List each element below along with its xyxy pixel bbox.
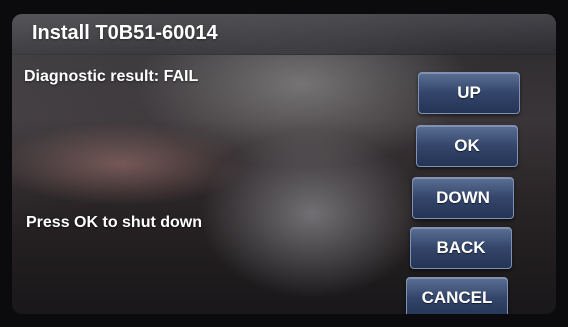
title-bar: Install T0B51-60014 xyxy=(12,14,556,55)
shutdown-instruction-text: Press OK to shut down xyxy=(26,214,203,231)
cancel-button[interactable]: CANCEL xyxy=(406,277,508,314)
up-button[interactable]: UP xyxy=(418,72,520,114)
diagnostic-result-text: Diagnostic result: FAIL xyxy=(24,68,199,85)
ok-button[interactable]: OK xyxy=(416,125,518,167)
back-button[interactable]: BACK xyxy=(410,227,512,269)
down-button[interactable]: DOWN xyxy=(412,177,514,219)
device-bezel: Install T0B51-60014 Diagnostic result: F… xyxy=(0,0,568,327)
page-title: Install T0B51-60014 xyxy=(32,22,218,44)
touch-screen: Install T0B51-60014 Diagnostic result: F… xyxy=(12,14,556,314)
